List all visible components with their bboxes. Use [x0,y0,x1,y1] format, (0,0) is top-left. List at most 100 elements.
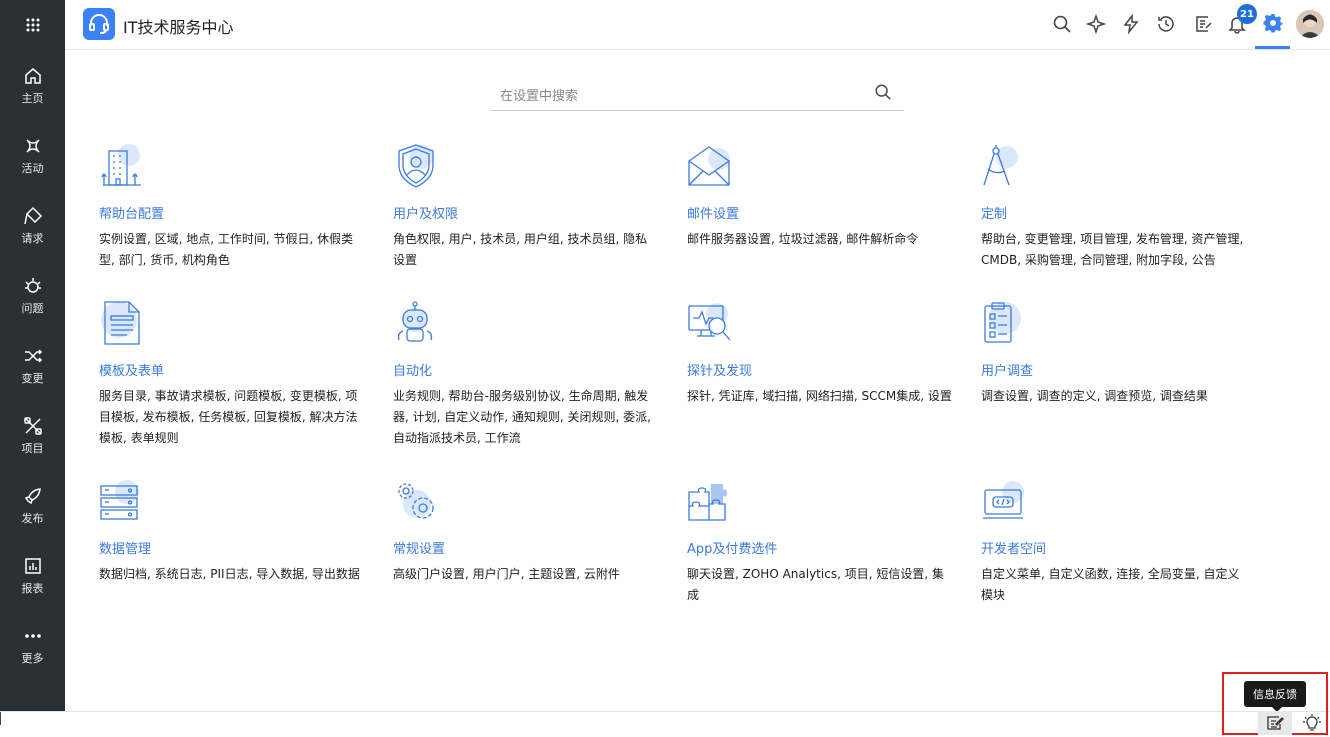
settings-button[interactable] [1255,0,1290,49]
settings-card-data-management: 数据管理 数据归档, 系统日志, PII日志, 导入数据, 导出数据 [99,478,369,585]
code-laptop-icon [983,481,1024,519]
lightning-icon [1123,14,1139,34]
monitor-scan-icon [688,303,731,341]
sidebar-item-home[interactable]: 主页 [0,55,65,117]
card-title-link[interactable]: 常规设置 [393,538,663,557]
request-icon [23,206,42,225]
card-description[interactable]: 探针, 凭证库, 域扫描, 网络扫描, SCCM集成, 设置 [687,386,952,407]
notes-button[interactable] [1192,13,1214,35]
problem-icon [24,278,41,293]
home-icon [24,68,41,84]
search-submit-button[interactable] [874,83,892,105]
more-icon [24,634,41,638]
card-description[interactable]: 数据归档, 系统日志, PII日志, 导入数据, 导出数据 [99,564,364,585]
card-title-link[interactable]: 自动化 [393,360,663,379]
sidebar-item-label: 主页 [21,92,44,105]
sidebar-item-label: 问题 [21,302,44,315]
user-avatar[interactable] [1296,10,1324,38]
ai-assistant-button[interactable] [1085,13,1107,35]
sidebar-item-report[interactable]: 报表 [0,545,65,607]
robot-icon [397,301,433,342]
settings-card-customization: 定制 帮助台, 变更管理, 项目管理, 发布管理, 资产管理, CMDB, 采购… [981,143,1251,271]
settings-card-mail: 邮件设置 邮件服务器设置, 垃圾过滤器, 邮件解析命令 [687,143,957,250]
top-header: IT技术服务中心 21 [65,0,1330,50]
card-title-link[interactable]: 邮件设置 [687,203,957,222]
card-title-link[interactable]: 定制 [981,203,1251,222]
card-title-link[interactable]: 用户及权限 [393,203,663,222]
apps-grid-button[interactable] [0,0,65,50]
bottom-divider [0,711,1330,712]
report-icon [24,558,41,574]
sidebar-item-activity[interactable]: 活动 [0,125,65,187]
headset-icon [89,14,109,34]
sidebar-item-more[interactable]: 更多 [0,615,65,677]
settings-card-automation: 自动化 业务规则, 帮助台-服务级别协议, 生命周期, 触发器, 计划, 自定义… [393,300,663,449]
building-icon [101,144,141,186]
sidebar-item-project[interactable]: 项目 [0,405,65,467]
clipboard-survey-icon [984,302,1021,343]
sidebar-item-label: 活动 [21,162,44,175]
sidebar-item-release[interactable]: 发布 [0,475,65,537]
activity-icon [25,139,40,153]
sidebar-item-problem[interactable]: 问题 [0,265,65,327]
sidebar-item-label: 报表 [21,582,44,595]
gears-icon [398,483,434,519]
settings-card-users-permissions: 用户及权限 角色权限, 用户, 技术员, 用户组, 技术员组, 隐私设置 [393,143,663,271]
app-title: IT技术服务中心 [123,18,234,37]
settings-card-user-survey: 用户调查 调查设置, 调查的定义, 调查预览, 调查结果 [981,300,1251,407]
card-title-link[interactable]: 帮助台配置 [99,203,369,222]
card-title-link[interactable]: 用户调查 [981,360,1251,379]
history-button[interactable] [1155,13,1177,35]
notes-icon [1196,16,1212,32]
card-description[interactable]: 实例设置, 区域, 地点, 工作时间, 节假日, 休假类型, 部门, 货币, 机… [99,229,364,271]
sidebar-item-label: 更多 [21,652,44,665]
settings-card-probes-discovery: 探针及发现 探针, 凭证库, 域扫描, 网络扫描, SCCM集成, 设置 [687,300,957,407]
project-icon [23,417,42,435]
app-logo[interactable] [83,8,115,40]
apps-grid-icon [26,18,39,32]
feedback-edit-icon [1267,716,1284,730]
settings-search-input[interactable] [500,86,860,106]
card-title-link[interactable]: App及付费选件 [687,538,957,557]
card-description[interactable]: 调查设置, 调查的定义, 调查预览, 调查结果 [981,386,1246,407]
document-form-icon [101,301,140,345]
user-shield-icon [398,144,434,188]
search-icon [875,84,891,100]
card-description[interactable]: 帮助台, 变更管理, 项目管理, 发布管理, 资产管理, CMDB, 采购管理,… [981,229,1246,271]
feedback-button[interactable] [1258,711,1292,735]
card-title-link[interactable]: 开发者空间 [981,538,1251,557]
bottom-edge-marker [0,712,1,725]
sidebar-item-label: 变更 [21,372,44,385]
card-description[interactable]: 高级门户设置, 用户门户, 主题设置, 云附件 [393,564,658,585]
sparkle-icon [1086,14,1106,34]
sidebar-item-label: 发布 [21,512,44,525]
global-search-button[interactable] [1051,13,1073,35]
card-title-link[interactable]: 数据管理 [99,538,369,557]
user-avatar-icon [1296,10,1324,38]
card-description[interactable]: 业务规则, 帮助台-服务级别协议, 生命周期, 触发器, 计划, 自定义动作, … [393,386,658,449]
settings-card-templates-forms: 模板及表单 服务目录, 事故请求模板, 问题模板, 变更模板, 项目模板, 发布… [99,300,369,449]
sidebar-item-request[interactable]: 请求 [0,195,65,257]
change-icon [24,349,42,363]
envelope-icon [688,146,730,186]
settings-card-developer-space: 开发者空间 自定义菜单, 自定义函数, 连接, 全局变量, 自定义模块 [981,478,1251,606]
sidebar-item-change[interactable]: 变更 [0,335,65,397]
card-description[interactable]: 服务目录, 事故请求模板, 问题模板, 变更模板, 项目模板, 发布模板, 任务… [99,386,364,449]
notification-count-badge: 21 [1237,4,1257,24]
card-description[interactable]: 自定义菜单, 自定义函数, 连接, 全局变量, 自定义模块 [981,564,1246,606]
ideas-button[interactable] [1298,711,1326,735]
card-title-link[interactable]: 模板及表单 [99,360,369,379]
card-description[interactable]: 邮件服务器设置, 垃圾过滤器, 邮件解析命令 [687,229,952,250]
history-icon [1158,16,1174,32]
sidebar-item-label: 请求 [21,232,44,245]
gear-icon [1263,14,1282,33]
puzzle-icon [688,484,727,521]
card-title-link[interactable]: 探针及发现 [687,360,957,379]
release-icon [24,488,41,505]
settings-search [490,79,904,111]
feedback-tooltip: 信息反馈 [1244,681,1306,712]
settings-card-general-settings: 常规设置 高级门户设置, 用户门户, 主题设置, 云附件 [393,478,663,585]
card-description[interactable]: 角色权限, 用户, 技术员, 用户组, 技术员组, 隐私设置 [393,229,658,271]
quick-actions-button[interactable] [1120,13,1142,35]
card-description[interactable]: 聊天设置, ZOHO Analytics, 项目, 短信设置, 集成 [687,564,952,606]
